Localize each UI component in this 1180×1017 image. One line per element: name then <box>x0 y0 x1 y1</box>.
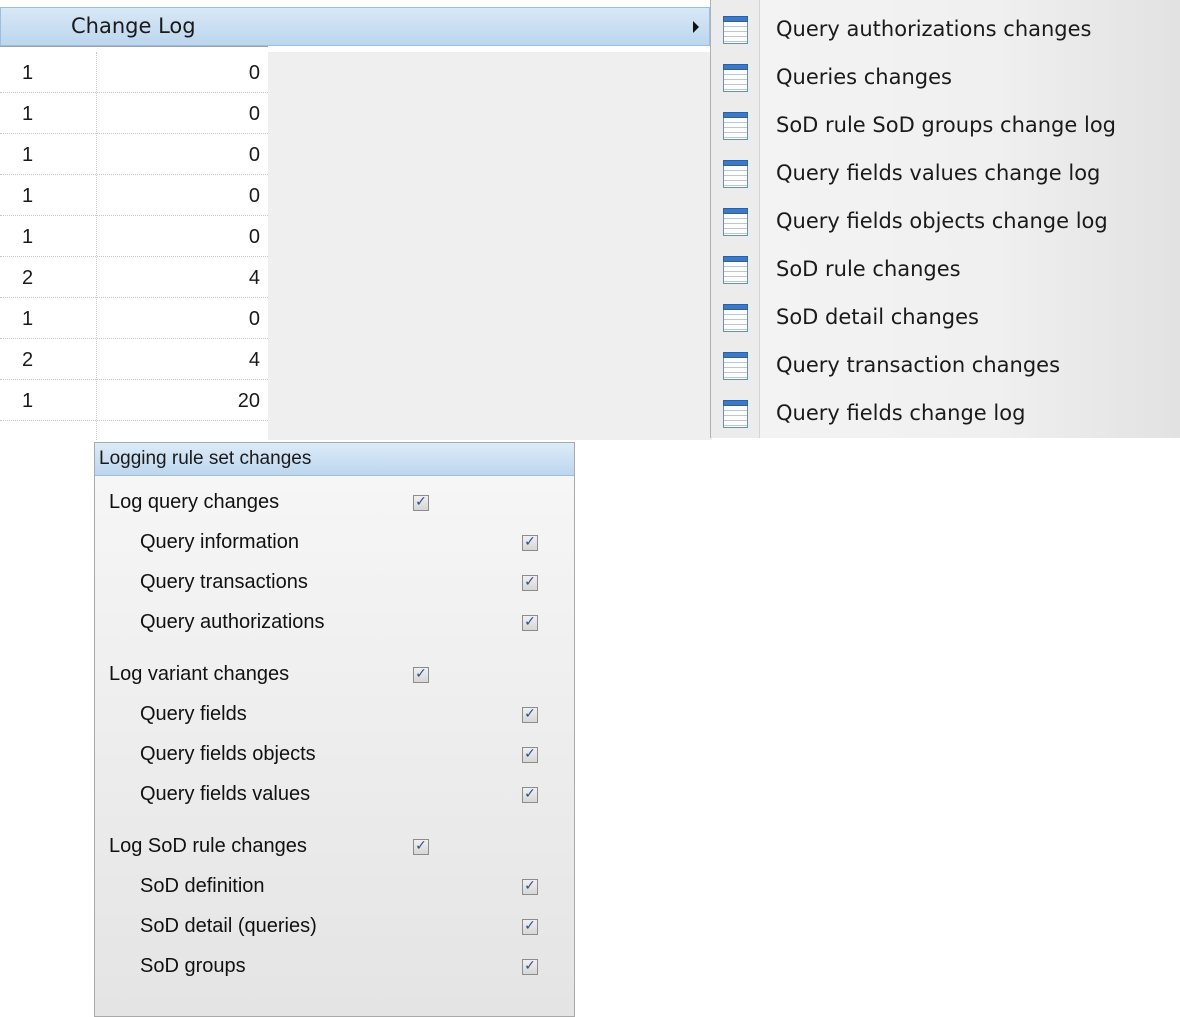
submenu-item-label: Query authorizations changes <box>776 17 1092 41</box>
table-cell: 2 <box>22 349 34 371</box>
table-cell: 1 <box>22 185 34 207</box>
table-row[interactable]: 10 <box>0 175 268 216</box>
table-row[interactable]: 10 <box>0 298 268 339</box>
table-row[interactable]: 10 <box>0 134 268 175</box>
submenu-item-label: Query fields change log <box>776 401 1026 425</box>
column-divider <box>96 52 97 440</box>
table-cell: 0 <box>248 103 260 125</box>
table-cell: 1 <box>22 308 34 330</box>
table-row[interactable]: 24 <box>0 257 268 298</box>
sod-definition-checkbox[interactable]: ✓ <box>522 879 538 895</box>
log-sod-rule-changes-label: Log SoD rule changes <box>109 835 307 857</box>
table-report-icon <box>723 400 748 428</box>
table-cell: 0 <box>248 62 260 84</box>
table-report-icon <box>723 352 748 380</box>
submenu-item-query-fields-objects-change-log[interactable]: Query fields objects change log <box>711 197 1180 245</box>
table-report-icon <box>723 256 748 284</box>
table-row[interactable]: 10 <box>0 52 268 93</box>
sod-definition-label: SoD definition <box>140 875 265 897</box>
submenu-item-label: Queries changes <box>776 65 952 89</box>
query-authorizations-checkbox[interactable]: ✓ <box>522 615 538 631</box>
table-cell: 0 <box>248 308 260 330</box>
change-log-submenu: Query authorizations changes Queries cha… <box>710 0 1180 438</box>
submenu-item-query-fields-values-change-log[interactable]: Query fields values change log <box>711 149 1180 197</box>
table-report-icon <box>723 208 748 236</box>
log-query-changes-label: Log query changes <box>109 491 280 513</box>
submenu-arrow-icon <box>693 21 699 33</box>
logging-rule-set-panel: Logging rule set changes Log query chang… <box>94 442 575 1017</box>
table-cell: 1 <box>22 226 34 248</box>
submenu-item-sod-rule-changes[interactable]: SoD rule changes <box>711 245 1180 293</box>
log-variant-changes-checkbox[interactable]: ✓ <box>413 667 429 683</box>
grid-empty-area <box>268 52 712 440</box>
query-transactions-label: Query transactions <box>140 571 308 593</box>
table-cell: 20 <box>237 390 260 412</box>
table-cell: 1 <box>22 103 34 125</box>
query-transactions-checkbox[interactable]: ✓ <box>522 575 538 591</box>
table-row[interactable]: 1 20 <box>0 380 268 421</box>
submenu-item-label: SoD detail changes <box>776 305 979 329</box>
change-log-menu-item[interactable]: Change Log <box>0 7 710 46</box>
table-cell: 1 <box>22 390 34 412</box>
table-row[interactable]: 24 <box>0 339 268 380</box>
query-fields-objects-label: Query fields objects <box>140 743 316 765</box>
table-cell: 1 <box>22 144 34 166</box>
log-query-changes-checkbox[interactable]: ✓ <box>413 495 429 511</box>
table-row[interactable]: 10 <box>0 216 268 257</box>
submenu-item-label: SoD rule changes <box>776 257 961 281</box>
submenu-item-query-fields-change-log[interactable]: Query fields change log <box>711 389 1180 437</box>
submenu-item-query-transaction-changes[interactable]: Query transaction changes <box>711 341 1180 389</box>
query-fields-label: Query fields <box>140 703 247 725</box>
query-fields-values-label: Query fields values <box>140 783 311 805</box>
submenu-item-sod-detail-changes[interactable]: SoD detail changes <box>711 293 1180 341</box>
table-cell: 4 <box>248 267 260 289</box>
sod-groups-checkbox[interactable]: ✓ <box>522 959 538 975</box>
table-report-icon <box>723 16 748 44</box>
submenu-item-label: Query fields objects change log <box>776 209 1108 233</box>
submenu-item-label: SoD rule SoD groups change log <box>776 113 1116 137</box>
submenu-item-query-authorizations-changes[interactable]: Query authorizations changes <box>711 5 1180 53</box>
change-log-label: Change Log <box>71 14 196 38</box>
submenu-item-queries-changes[interactable]: Queries changes <box>711 53 1180 101</box>
table-report-icon <box>723 112 748 140</box>
log-sod-rule-changes-checkbox[interactable]: ✓ <box>413 839 429 855</box>
table-cell: 0 <box>248 185 260 207</box>
table-cell: 2 <box>22 267 34 289</box>
sod-groups-label: SoD groups <box>140 955 246 977</box>
submenu-item-label: Query transaction changes <box>776 353 1061 377</box>
sod-detail-queries-checkbox[interactable]: ✓ <box>522 919 538 935</box>
submenu-item-sod-rule-sod-groups-change-log[interactable]: SoD rule SoD groups change log <box>711 101 1180 149</box>
panel-title: Logging rule set changes <box>95 443 574 476</box>
table-cell: 1 <box>22 62 34 84</box>
table-row[interactable]: 10 <box>0 93 268 134</box>
table-report-icon <box>723 160 748 188</box>
query-fields-checkbox[interactable]: ✓ <box>522 707 538 723</box>
table-cell: 0 <box>248 144 260 166</box>
log-variant-changes-label: Log variant changes <box>109 663 290 685</box>
table-report-icon <box>723 304 748 332</box>
query-information-checkbox[interactable]: ✓ <box>522 535 538 551</box>
sod-detail-queries-label: SoD detail (queries) <box>140 915 317 937</box>
background-grid: 10 10 10 10 10 24 10 24 1 20 <box>0 52 268 440</box>
table-cell: 4 <box>248 349 260 371</box>
submenu-item-label: Query fields values change log <box>776 161 1101 185</box>
query-fields-values-checkbox[interactable]: ✓ <box>522 787 538 803</box>
query-information-label: Query information <box>140 531 299 553</box>
table-cell: 0 <box>248 226 260 248</box>
query-authorizations-label: Query authorizations <box>140 611 325 633</box>
query-fields-objects-checkbox[interactable]: ✓ <box>522 747 538 763</box>
table-report-icon <box>723 64 748 92</box>
